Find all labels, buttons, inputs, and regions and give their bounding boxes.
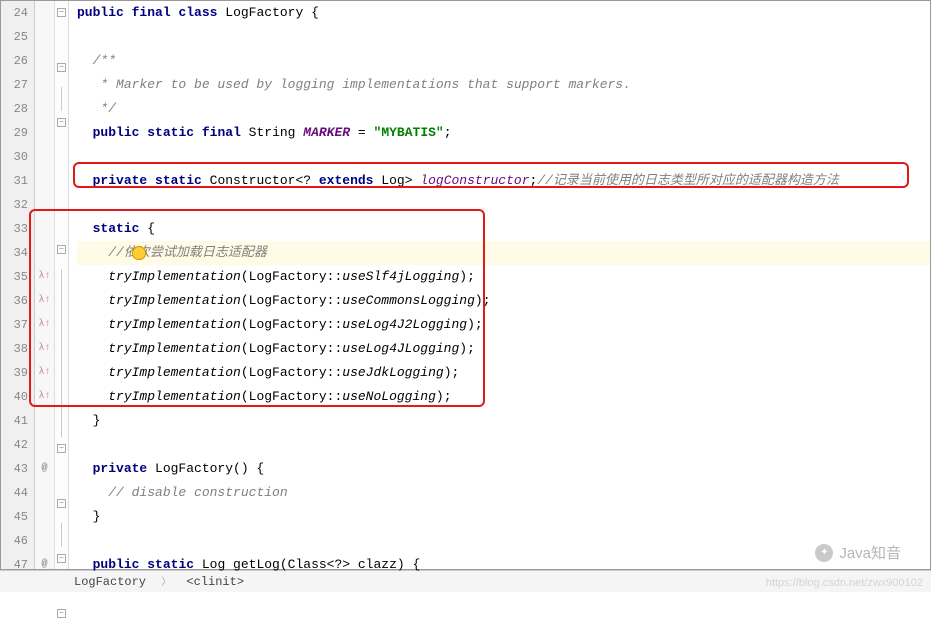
watermark-url: https://blog.csdn.net/zwx900102 [766,577,923,589]
code-area[interactable]: public final class LogFactory { /** * Ma… [69,1,930,569]
code-editor[interactable]: 24 252627 282930 313233 343536 373839 40… [0,0,931,570]
code-line[interactable]: public final class LogFactory { [77,1,930,25]
lambda-gutter-icon[interactable]: λ↑ [35,265,54,289]
gutter-marks: λ↑ λ↑λ↑ λ↑λ↑ λ↑ @ @ [35,1,55,569]
breadcrumb-item[interactable]: LogFactory [70,575,150,589]
wechat-icon: ✦ [815,544,833,562]
fold-toggle-icon[interactable]: − [57,8,66,17]
breadcrumb-item[interactable]: <clinit> [182,575,248,589]
override-gutter-icon[interactable]: @ [35,457,54,481]
intention-bulb-icon[interactable] [132,246,146,260]
line-number-gutter: 24 252627 282930 313233 343536 373839 40… [1,1,35,569]
fold-column[interactable]: − − − − − − − − [55,1,69,569]
line-number: 24 [1,1,28,25]
caret-line[interactable]: //依次尝试加载日志适配器 [77,241,930,265]
breadcrumb-separator-icon: 〉 [157,578,175,589]
watermark: ✦ Java知音 [815,542,901,563]
